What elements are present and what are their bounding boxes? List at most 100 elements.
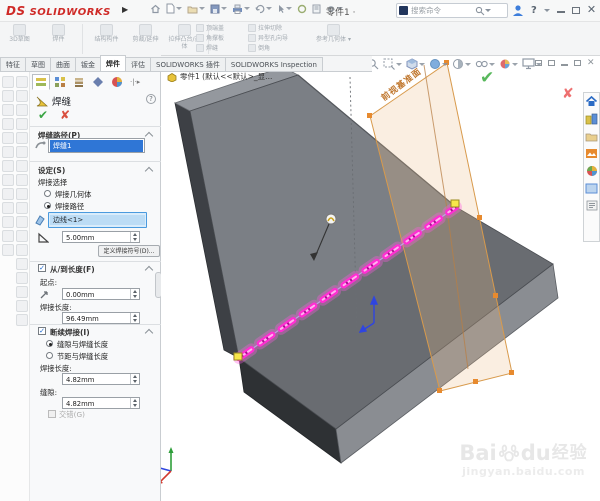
minimize-button[interactable] [557, 7, 565, 13]
weld-path-radio-label[interactable]: 焊接路径 [55, 202, 84, 212]
ribbon-large-button-1[interactable]: 焊件 [41, 23, 76, 55]
file-properties-icon[interactable] [312, 4, 321, 14]
view-orientation-cube-icon[interactable] [406, 58, 425, 70]
collapse-chevron-icon[interactable] [146, 328, 152, 334]
help-dropdown-icon[interactable] [544, 9, 550, 12]
ribbon-small-button-1-2[interactable]: 焊缝 [196, 43, 224, 52]
design-library-icon[interactable] [585, 113, 598, 125]
weld-geometry-radio[interactable] [44, 190, 51, 197]
left-toolbar-icon[interactable] [2, 230, 14, 242]
spin-down-icon[interactable] [131, 237, 139, 242]
left-toolbar-icon[interactable] [2, 90, 14, 102]
collapse-chevron-icon[interactable] [146, 265, 152, 271]
search-input[interactable] [411, 6, 475, 15]
print-icon[interactable] [232, 4, 250, 14]
command-tab-7[interactable]: SOLIDWORKS Inspection [225, 57, 323, 71]
left-toolbar-icon[interactable] [16, 314, 28, 326]
scenes-tab-icon[interactable] [585, 183, 598, 194]
ribbon-small-button-2-1[interactable]: 异型孔向导 [248, 33, 288, 42]
ribbon-large-button-0[interactable]: 3D草图 [2, 23, 37, 55]
doc-window-icon[interactable] [548, 60, 555, 66]
edge-selection-item[interactable]: 边线<1> [50, 215, 145, 225]
appearances-scenes-icon[interactable] [586, 165, 598, 177]
login-user-icon[interactable] [512, 4, 524, 17]
collapse-chevron-icon[interactable] [146, 131, 152, 137]
open-file-icon[interactable] [187, 4, 205, 14]
intermittent-weld-checkbox[interactable]: ✓ [38, 327, 46, 335]
left-toolbar-icon[interactable] [2, 174, 14, 186]
weld-path-list[interactable]: 焊缝1 [48, 138, 145, 153]
graphics-viewport[interactable]: 前视基准面 [161, 55, 600, 501]
tab-property-manager[interactable] [32, 74, 50, 90]
tab-feature-manager[interactable] [51, 74, 69, 90]
left-toolbar-icon[interactable] [16, 230, 28, 242]
close-button[interactable]: ✕ [587, 5, 596, 15]
spin-down-icon[interactable] [131, 403, 139, 408]
view-palette-icon[interactable] [585, 148, 598, 159]
pitch-length-radio-label[interactable]: 节距与焊缝长度 [57, 352, 108, 362]
left-toolbar-icon[interactable] [16, 244, 28, 256]
confirm-ok-button[interactable]: ✔ [480, 68, 494, 88]
weld-length-spinner[interactable]: 96.49mm [62, 312, 140, 324]
command-tab-2[interactable]: 曲面 [50, 57, 76, 71]
command-tab-3[interactable]: 钣金 [75, 57, 101, 71]
weld-start-handle[interactable] [234, 353, 242, 360]
tab-configuration-manager[interactable] [70, 74, 88, 90]
zoom-area-icon[interactable] [383, 58, 402, 70]
left-toolbar-icon[interactable] [16, 286, 28, 298]
tab-dimxpert-manager[interactable] [89, 74, 107, 90]
command-tab-6[interactable]: SOLIDWORKS 插件 [150, 57, 226, 71]
left-toolbar-icon[interactable] [2, 188, 14, 200]
doc-restore-icon[interactable] [535, 60, 542, 66]
help-button[interactable]: ? [531, 5, 537, 16]
left-toolbar-icon[interactable] [16, 76, 28, 88]
intermittent-weld-header[interactable]: 断续焊接(I) [50, 327, 90, 338]
left-toolbar-icon[interactable] [2, 202, 14, 214]
ribbon-small-button-2-2[interactable]: 倒角 [248, 43, 288, 52]
edge-selection-box[interactable]: 边线<1> [48, 212, 147, 228]
gap-value[interactable]: 4.82mm [63, 398, 130, 408]
bead-size-value[interactable]: 5.00mm [63, 232, 130, 242]
save-icon[interactable] [210, 4, 227, 14]
left-toolbar-icon[interactable] [2, 160, 14, 172]
left-toolbar-icon[interactable] [16, 160, 28, 172]
define-weld-symbol-button[interactable]: 定义焊接符号(D)... [98, 245, 160, 257]
home-tab-icon[interactable] [585, 95, 598, 107]
left-toolbar-icon[interactable] [2, 76, 14, 88]
weld-geometry-radio-label[interactable]: 焊接几何体 [55, 190, 91, 200]
command-tab-4[interactable]: 焊件 [100, 55, 126, 71]
doc-close-icon[interactable]: ✕ [587, 59, 595, 67]
gap-length-radio-label[interactable]: 缝隙与焊缝长度 [57, 340, 108, 350]
rebuild-icon[interactable] [297, 4, 307, 14]
from-to-length-header[interactable]: 从/到长度(F) [50, 264, 95, 275]
left-toolbar-icon[interactable] [16, 216, 28, 228]
undo-icon[interactable] [255, 4, 272, 14]
left-toolbar-icon[interactable] [16, 104, 28, 116]
start-point-spinner[interactable]: 0.00mm [62, 288, 140, 300]
from-to-length-checkbox[interactable]: ✓ [38, 264, 46, 272]
left-toolbar-icon[interactable] [16, 300, 28, 312]
panel-help-icon[interactable]: ? [146, 94, 156, 104]
left-toolbar-icon[interactable] [2, 216, 14, 228]
new-document-icon[interactable] [166, 3, 182, 14]
confirm-cancel-button[interactable]: ✘ [562, 86, 574, 102]
command-search[interactable] [396, 3, 508, 18]
weld-path-list-item[interactable]: 焊缝1 [50, 140, 143, 152]
left-toolbar-icon[interactable] [16, 272, 28, 284]
left-toolbar-icon[interactable] [16, 258, 28, 270]
left-toolbar-icon[interactable] [16, 174, 28, 186]
custom-properties-icon[interactable] [586, 200, 598, 211]
left-toolbar-icon[interactable] [16, 188, 28, 200]
tab-display-manager[interactable] [108, 74, 126, 90]
left-toolbar-icon[interactable] [16, 202, 28, 214]
ribbon-small-button-1-1[interactable]: 角撑板 [196, 33, 224, 42]
left-toolbar-icon[interactable] [2, 146, 14, 158]
left-toolbar-icon[interactable] [16, 90, 28, 102]
left-toolbar-icon[interactable] [2, 244, 14, 256]
search-icon[interactable] [475, 6, 485, 16]
doc-minimize-icon[interactable] [561, 61, 568, 66]
command-tab-5[interactable]: 评估 [125, 57, 151, 71]
ribbon-large-button-2[interactable]: 结构构件 [89, 23, 124, 55]
section-view-icon[interactable] [452, 58, 471, 70]
gap-length-radio[interactable] [46, 340, 53, 347]
